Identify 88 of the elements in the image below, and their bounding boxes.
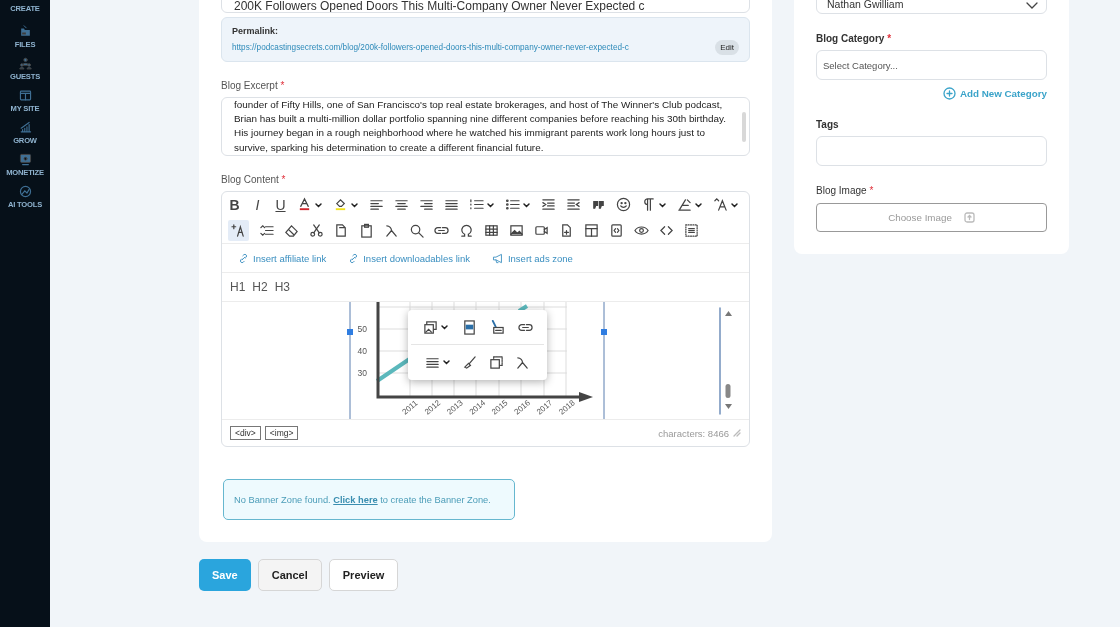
category-field[interactable]: Select Category...	[816, 50, 1047, 80]
scrollbar-thumb[interactable]	[742, 112, 746, 142]
tags-label: Tags	[816, 119, 839, 130]
copy-icon[interactable]	[334, 222, 349, 238]
bar-chart-icon	[18, 121, 32, 134]
element-path-tag[interactable]: <div>	[230, 426, 261, 440]
permalink-url[interactable]: https://podcastingsecrets.com/blog/200k-followers-opened-doors-this-multi-company-owner-never-expected-c	[232, 43, 629, 52]
heading-button[interactable]: H3	[274, 280, 291, 294]
megaphone-icon	[491, 252, 504, 264]
caret-icon[interactable]	[486, 200, 495, 209]
image-label: Blog Image *	[816, 185, 874, 196]
scissors-icon[interactable]	[309, 222, 324, 238]
action-button[interactable]: Cancel	[257, 559, 322, 591]
link-icon	[348, 252, 360, 264]
plus-circle-icon	[942, 87, 956, 100]
chevron-down-icon	[1026, 2, 1038, 10]
align-left-icon[interactable]	[369, 197, 384, 212]
outdent-icon[interactable]	[566, 197, 581, 212]
justify-icon[interactable]	[444, 197, 459, 212]
caret-icon[interactable]	[694, 200, 703, 209]
content-label: Blog Content *	[221, 174, 286, 185]
tags-field[interactable]	[816, 136, 1047, 166]
code-block-icon[interactable]	[609, 222, 624, 238]
insert-link[interactable]: Insert affiliate link	[238, 252, 327, 264]
caret-icon[interactable]	[314, 200, 323, 209]
align-right-icon[interactable]	[419, 197, 434, 212]
select-all-icon[interactable]	[684, 222, 699, 238]
excerpt-field[interactable]: founder of Fifty Hills, one of San Francisco's top real estate brokerages, and host of The Winner's Club podcast, Brian has built a multi-million dollar portfolio spanning nine different companies before reaching his 30th birthday. His journey began in a rough neighborhood where he watched his immigrant parents work long hours just to survive, sparking his determination to create a different financial future.	[221, 97, 750, 156]
file-add-icon[interactable]	[559, 222, 574, 238]
character-count: characters: 8466	[658, 427, 729, 439]
clipboard-icon[interactable]	[359, 222, 374, 238]
heading-button[interactable]: H1	[230, 280, 246, 294]
paragraph-icon[interactable]	[641, 197, 656, 212]
edit-button[interactable]: Edit	[715, 40, 739, 55]
template-icon[interactable]	[584, 222, 599, 238]
bullet-list-icon[interactable]	[505, 197, 520, 212]
image-icon[interactable]	[509, 222, 524, 238]
action-button[interactable]: Preview	[328, 559, 399, 591]
remove-format-icon[interactable]	[384, 222, 399, 238]
caret-icon[interactable]	[730, 200, 739, 209]
create-banner-link[interactable]: Click here	[333, 494, 378, 505]
eraser-icon[interactable]	[284, 222, 299, 238]
permalink-label: Permalink:	[232, 26, 279, 36]
link-icon	[238, 252, 249, 264]
numbered-list-icon[interactable]	[469, 197, 484, 212]
caret-icon[interactable]	[522, 200, 531, 209]
line-height-icon[interactable]	[259, 222, 274, 238]
author-select[interactable]: Nathan Gwilliam	[816, 0, 1047, 14]
omega-icon[interactable]	[459, 222, 474, 238]
search-icon[interactable]	[409, 222, 424, 238]
caret-icon[interactable]	[441, 358, 451, 366]
element-path-tag[interactable]: <img>	[264, 426, 299, 440]
add-text-style-icon[interactable]	[231, 222, 246, 238]
banner-notice-text: No Banner Zone found. Click here to create the Banner Zone.	[234, 494, 491, 505]
people-icon	[18, 57, 32, 70]
resize-handle-icon	[347, 329, 353, 335]
format-button[interactable]: I	[251, 196, 264, 213]
highlight-icon[interactable]	[333, 197, 348, 212]
caret-icon[interactable]	[658, 200, 667, 209]
brush-icon[interactable]	[462, 354, 478, 370]
format-button[interactable]: U	[274, 196, 287, 213]
monitor-icon	[18, 153, 32, 166]
image-swap-icon[interactable]	[422, 319, 438, 335]
image-icon[interactable]	[461, 319, 477, 335]
folder-icon	[18, 25, 32, 38]
indent-icon[interactable]	[541, 197, 556, 212]
font-color-icon[interactable]	[297, 197, 312, 212]
title-field[interactable]: 200K Followers Opened Doors This Multi-Company Owner Never Expected c	[221, 0, 750, 13]
heading-button[interactable]: H2	[252, 280, 268, 294]
align-center-icon[interactable]	[394, 197, 409, 212]
excerpt-label: Blog Excerpt *	[221, 80, 285, 91]
caret-icon[interactable]	[439, 323, 449, 331]
resize-handle-icon	[601, 329, 607, 335]
insert-link[interactable]: Insert downloadables link	[348, 252, 470, 264]
upload-icon	[963, 212, 975, 223]
caret-icon[interactable]	[350, 200, 359, 209]
browser-window-icon	[18, 89, 32, 102]
image-copy-icon[interactable]	[488, 354, 504, 370]
emoji-icon[interactable]	[616, 197, 631, 212]
format-button[interactable]: B	[228, 196, 241, 213]
remove-icon[interactable]	[515, 354, 531, 370]
table-icon[interactable]	[484, 222, 499, 238]
insert-link[interactable]: Insert ads zone	[491, 252, 573, 264]
image-caption-icon[interactable]	[489, 319, 505, 335]
font-size-icon[interactable]	[713, 197, 728, 212]
resize-grip-icon	[733, 429, 741, 437]
chart-circle-icon	[18, 185, 32, 198]
category-label: Blog Category *	[816, 33, 892, 44]
